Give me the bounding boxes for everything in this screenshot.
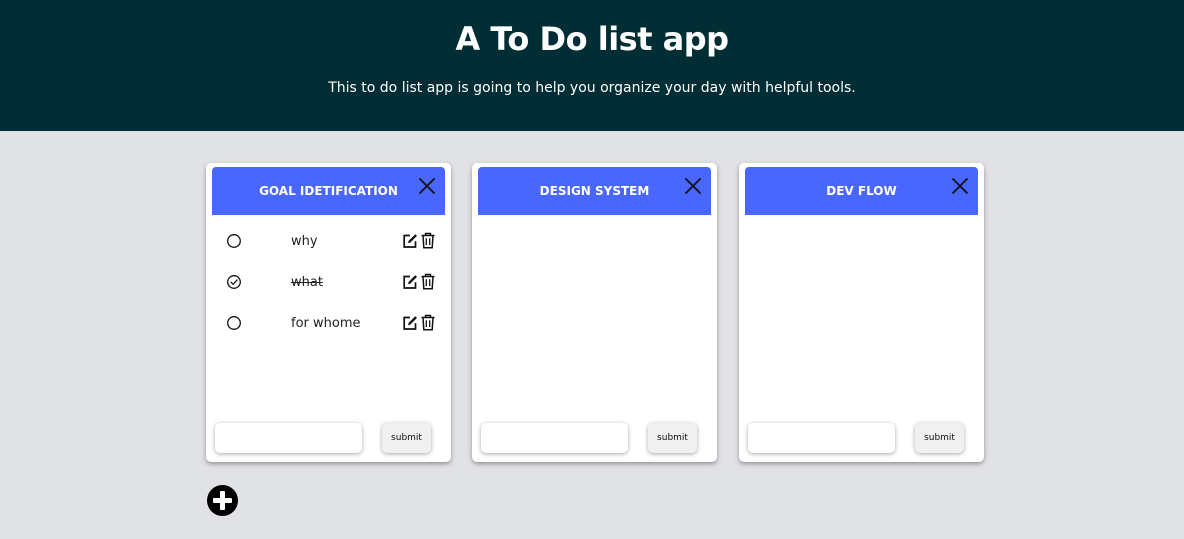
delete-todo-button[interactable]: [420, 232, 436, 249]
new-todo-input[interactable]: [215, 423, 362, 453]
card-header: GOAL IDETIFICATION: [212, 167, 445, 215]
todo-unchecked[interactable]: [226, 315, 242, 331]
edit-icon: [403, 275, 417, 289]
todo-checked[interactable]: [226, 274, 242, 290]
card-header: DESIGN SYSTEM: [478, 167, 711, 215]
circle-icon: [227, 316, 241, 330]
plus-circle-icon: [207, 485, 238, 516]
card-header: DEV FLOW: [745, 167, 978, 215]
page-title: A To Do list app: [455, 20, 729, 58]
edit-todo-button[interactable]: [402, 274, 418, 290]
app-header: A To Do list app This to do list app is …: [0, 0, 1184, 131]
delete-todo-button[interactable]: [420, 314, 436, 331]
trash-icon: [421, 314, 435, 331]
submit-button[interactable]: submit: [382, 423, 431, 453]
list-title: DESIGN SYSTEM: [539, 184, 650, 198]
trash-icon: [421, 273, 435, 290]
todo-list-card: GOAL IDETIFICATION why what for whome su…: [206, 163, 451, 462]
new-todo-input[interactable]: [748, 423, 895, 453]
close-icon: [685, 178, 701, 194]
todo-text: why: [291, 234, 318, 249]
submit-button[interactable]: submit: [648, 423, 697, 453]
todo-item: for whome: [206, 311, 451, 335]
todo-list-card: DEV FLOW submit: [739, 163, 984, 462]
submit-button[interactable]: submit: [915, 423, 964, 453]
close-list-button[interactable]: [684, 177, 702, 195]
edit-icon: [403, 234, 417, 248]
circle-icon: [227, 234, 241, 248]
todo-item: what: [206, 270, 451, 294]
page-subtitle: This to do list app is going to help you…: [328, 80, 856, 96]
edit-icon: [403, 316, 417, 330]
close-icon: [952, 178, 968, 194]
close-list-button[interactable]: [951, 177, 969, 195]
todo-text: for whome: [291, 316, 361, 331]
edit-todo-button[interactable]: [402, 315, 418, 331]
list-title: DEV FLOW: [826, 184, 897, 198]
todo-unchecked[interactable]: [226, 233, 242, 249]
add-list-button[interactable]: [207, 485, 238, 516]
delete-todo-button[interactable]: [420, 273, 436, 290]
todo-text: what: [291, 275, 323, 290]
trash-icon: [421, 232, 435, 249]
list-title: GOAL IDETIFICATION: [259, 184, 398, 198]
todo-item: why: [206, 229, 451, 253]
close-icon: [419, 178, 435, 194]
edit-todo-button[interactable]: [402, 233, 418, 249]
todo-list-card: DESIGN SYSTEM submit: [472, 163, 717, 462]
close-list-button[interactable]: [418, 177, 436, 195]
new-todo-input[interactable]: [481, 423, 628, 453]
check-circle-icon: [227, 275, 241, 289]
